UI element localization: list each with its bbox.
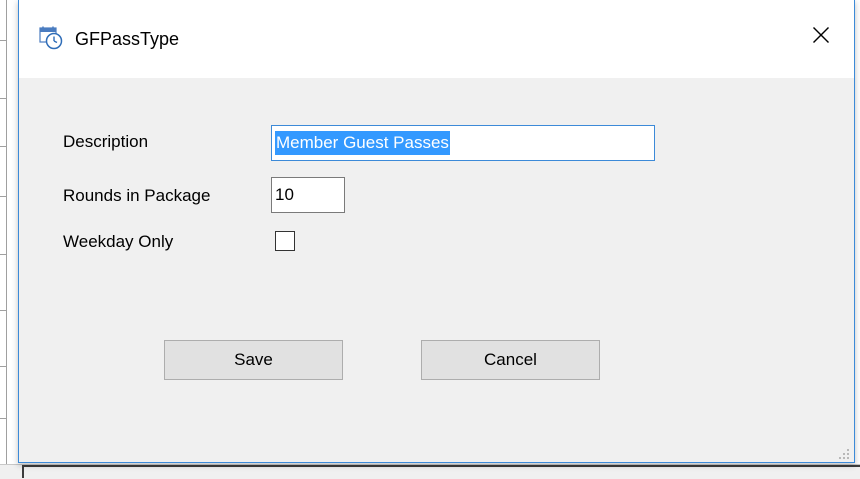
- background-grid-tick: [0, 366, 7, 367]
- background-grid-tick: [0, 98, 7, 99]
- rounds-value: 10: [275, 185, 294, 204]
- background-grid-tick: [0, 254, 7, 255]
- close-button[interactable]: [800, 18, 842, 56]
- close-icon: [812, 26, 830, 49]
- background-grid-tick: [0, 418, 7, 419]
- resize-grip-icon[interactable]: [838, 447, 850, 459]
- calendar-clock-icon: [39, 26, 63, 50]
- gfpasstype-dialog: GFPassType Description Member Guest Pass…: [18, 0, 855, 463]
- save-button[interactable]: Save: [164, 340, 343, 380]
- background-grid-tick: [0, 146, 7, 147]
- window-title: GFPassType: [75, 29, 180, 49]
- background-grid-line: [6, 0, 7, 478]
- weekday-only-label: Weekday Only: [63, 232, 174, 251]
- background-grid-tick: [0, 40, 7, 41]
- description-field[interactable]: Member Guest Passes: [271, 125, 655, 161]
- rounds-label: Rounds in Package: [63, 186, 211, 205]
- description-value: Member Guest Passes: [275, 131, 450, 155]
- save-button-label: Save: [234, 350, 273, 369]
- cancel-button-label: Cancel: [484, 350, 537, 369]
- cancel-button[interactable]: Cancel: [421, 340, 600, 380]
- rounds-field[interactable]: 10: [271, 177, 345, 213]
- description-label: Description: [63, 132, 149, 151]
- weekday-only-checkbox[interactable]: [275, 231, 295, 251]
- background-grid-border: [22, 465, 860, 478]
- title-bar[interactable]: GFPassType: [19, 0, 854, 78]
- background-grid-tick: [0, 196, 7, 197]
- background-grid-tick: [0, 310, 7, 311]
